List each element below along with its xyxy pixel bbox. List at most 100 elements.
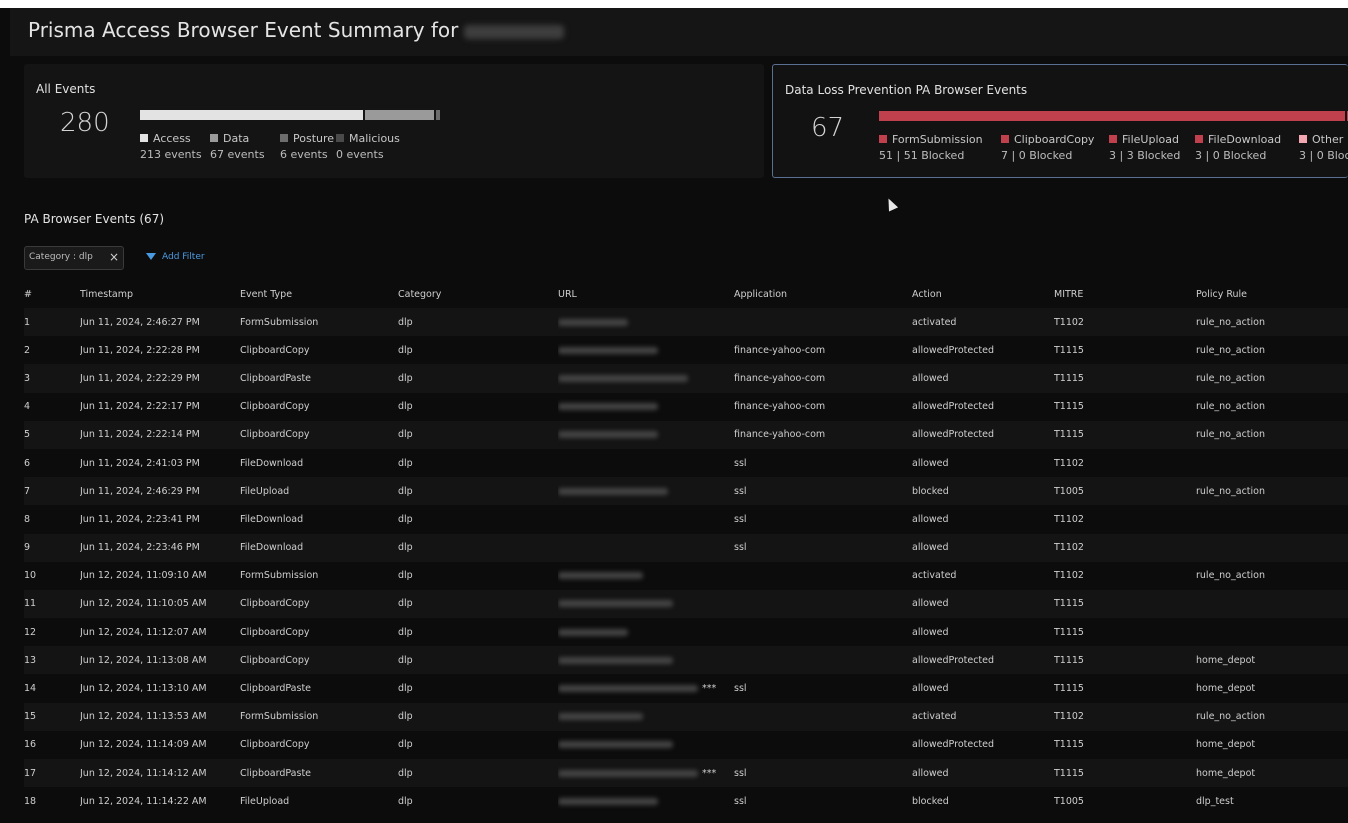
cell-policy-rule: rule_no_action	[1196, 702, 1348, 731]
cell-action: activated	[912, 702, 1054, 731]
table-row[interactable]: 11 Jun 12, 2024, 11:10:05 AM ClipboardCopy…	[24, 589, 1348, 619]
dlp-legend-item-clipboardcopy[interactable]: ClipboardCopy 7 | 0 Blocked	[1001, 133, 1094, 162]
table-row[interactable]: 16 Jun 12, 2024, 11:14:09 AM ClipboardCopy…	[24, 730, 1348, 759]
table-row[interactable]: 5 Jun 11, 2024, 2:22:14 PM ClipboardCopy dl…	[24, 420, 1348, 449]
table-row[interactable]: 18 Jun 12, 2024, 11:14:22 AM FileUpload dlp…	[24, 787, 1348, 816]
all-bar-segment-posture	[436, 110, 440, 120]
url-overflow: ***	[702, 767, 717, 779]
cell-category: dlp	[398, 420, 558, 449]
page-title: Prisma Access Browser Event Summary for	[28, 18, 565, 42]
table-row[interactable]: 13 Jun 12, 2024, 11:13:08 AM ClipboardCopy…	[24, 646, 1348, 675]
cell-action: allowed	[912, 589, 1054, 619]
cell-category: dlp	[398, 589, 558, 619]
legend-item-posture[interactable]: Posture 6 events	[280, 132, 334, 161]
cell-index: 4	[24, 392, 80, 421]
cell-timestamp: Jun 11, 2024, 2:41:03 PM	[80, 448, 240, 478]
category-filter-chip[interactable]: Category : dlp ×	[24, 246, 124, 270]
col-header-event-type[interactable]: Event Type	[240, 280, 398, 308]
col-header-category[interactable]: Category	[398, 280, 558, 308]
cell-category: dlp	[398, 618, 558, 647]
col-header-index[interactable]: #	[24, 280, 80, 308]
legend-label: Access	[153, 132, 191, 145]
cell-event-type: FileUpload	[240, 787, 398, 816]
cell-url	[558, 392, 734, 421]
cell-index: 15	[24, 702, 80, 731]
dlp-legend-item-filedownload[interactable]: FileDownload 3 | 0 Blocked	[1195, 133, 1281, 162]
cell-url	[558, 589, 734, 619]
cell-mitre: T1115	[1054, 674, 1196, 703]
cell-index: 2	[24, 336, 80, 365]
legend-count: 213 events	[140, 148, 202, 161]
col-header-mitre[interactable]: MITRE	[1054, 280, 1196, 308]
legend-swatch	[336, 134, 344, 142]
legend-count: 0 events	[336, 148, 384, 161]
col-header-application[interactable]: Application	[734, 280, 912, 308]
cell-mitre: T1115	[1054, 420, 1196, 449]
legend-item-malicious[interactable]: Malicious 0 events	[336, 132, 400, 161]
table-row[interactable]: 9 Jun 11, 2024, 2:23:46 PM FileDownload dlp…	[24, 533, 1348, 562]
cell-category: dlp	[398, 392, 558, 421]
add-filter-button[interactable]: Add Filter	[146, 252, 205, 262]
table-row[interactable]: 4 Jun 11, 2024, 2:22:17 PM ClipboardCopy dl…	[24, 392, 1348, 421]
col-header-timestamp[interactable]: Timestamp	[80, 280, 240, 308]
col-header-action[interactable]: Action	[912, 280, 1054, 308]
legend-swatch	[1195, 135, 1203, 143]
remove-filter-icon[interactable]: ×	[109, 250, 119, 264]
table-row[interactable]: 2 Jun 11, 2024, 2:22:28 PM ClipboardCopy dl…	[24, 336, 1348, 365]
table-row[interactable]: 17 Jun 12, 2024, 11:14:12 AM ClipboardPast…	[24, 759, 1348, 788]
table-row[interactable]: 10 Jun 12, 2024, 11:09:10 AM FormSubmissio…	[24, 561, 1348, 590]
legend-item-data[interactable]: Data 67 events	[210, 132, 265, 161]
cell-url	[558, 448, 734, 478]
dlp-legend-item-other[interactable]: Other 3 | 0 Blocked	[1299, 133, 1348, 162]
cell-mitre: T1102	[1054, 448, 1196, 478]
page-title-text: Prisma Access Browser Event Summary for	[28, 18, 459, 42]
table-row[interactable]: 1 Jun 11, 2024, 2:46:27 PM FormSubmission d…	[24, 308, 1348, 337]
table-row[interactable]: 12 Jun 12, 2024, 11:12:07 AM ClipboardCopy…	[24, 618, 1348, 647]
legend-count: 51 | 51 Blocked	[879, 149, 965, 162]
table-row[interactable]: 8 Jun 11, 2024, 2:23:41 PM FileDownload dlp…	[24, 505, 1348, 534]
table-row[interactable]: 3 Jun 11, 2024, 2:22:29 PM ClipboardPaste d…	[24, 364, 1348, 393]
table-row[interactable]: 6 Jun 11, 2024, 2:41:03 PM FileDownload dlp…	[24, 448, 1348, 478]
cell-application: finance-yahoo-com	[734, 420, 912, 449]
cell-policy-rule: home_depot	[1196, 646, 1348, 675]
dlp-legend-item-formsubmission[interactable]: FormSubmission 51 | 51 Blocked	[879, 133, 983, 162]
redacted-url	[558, 741, 673, 749]
dlp-legend-item-fileupload[interactable]: FileUpload 3 | 3 Blocked	[1109, 133, 1180, 162]
cell-event-type: FileDownload	[240, 533, 398, 562]
cell-mitre: T1102	[1054, 308, 1196, 337]
cell-category: dlp	[398, 646, 558, 675]
cell-application	[734, 618, 912, 647]
legend-label: FormSubmission	[892, 133, 983, 146]
cell-application: ssl	[734, 787, 912, 816]
table-row[interactable]: 14 Jun 12, 2024, 11:13:10 AM ClipboardPast…	[24, 674, 1348, 703]
cell-action: allowedProtected	[912, 730, 1054, 759]
redacted-url	[558, 318, 628, 326]
cell-timestamp: Jun 12, 2024, 11:14:12 AM	[80, 759, 240, 788]
dlp-events-bar	[879, 111, 1348, 121]
all-events-card[interactable]: All Events 280 Access 213 events Data 67 ev…	[24, 64, 764, 178]
col-header-policy-rule[interactable]: Policy Rule	[1196, 280, 1348, 308]
filter-chip-label: Category : dlp	[29, 252, 93, 262]
cell-url	[558, 702, 734, 731]
cell-category: dlp	[398, 730, 558, 759]
cell-index: 10	[24, 561, 80, 590]
cell-timestamp: Jun 12, 2024, 11:14:22 AM	[80, 787, 240, 816]
events-table: # Timestamp Event Type Category URL Appl…	[24, 280, 1348, 816]
col-header-url[interactable]: URL	[558, 280, 734, 308]
cell-application: ssl	[734, 674, 912, 703]
dlp-events-title: Data Loss Prevention PA Browser Events	[785, 83, 1028, 97]
cell-application	[734, 561, 912, 590]
dlp-events-card[interactable]: Data Loss Prevention PA Browser Events 6…	[772, 64, 1348, 178]
filter-funnel-icon	[146, 253, 156, 260]
legend-item-access[interactable]: Access 213 events	[140, 132, 202, 161]
cell-application: finance-yahoo-com	[734, 336, 912, 365]
cell-application	[734, 589, 912, 619]
table-row[interactable]: 7 Jun 11, 2024, 2:46:29 PM FileUpload dlp ss…	[24, 477, 1348, 506]
cell-policy-rule	[1196, 589, 1348, 619]
cell-url	[558, 787, 734, 816]
cell-timestamp: Jun 11, 2024, 2:23:46 PM	[80, 533, 240, 562]
cell-category: dlp	[398, 533, 558, 562]
cell-action: allowed	[912, 618, 1054, 647]
table-row[interactable]: 15 Jun 12, 2024, 11:13:53 AM FormSubmissio…	[24, 702, 1348, 731]
title-bar: Prisma Access Browser Event Summary for	[10, 8, 1348, 56]
